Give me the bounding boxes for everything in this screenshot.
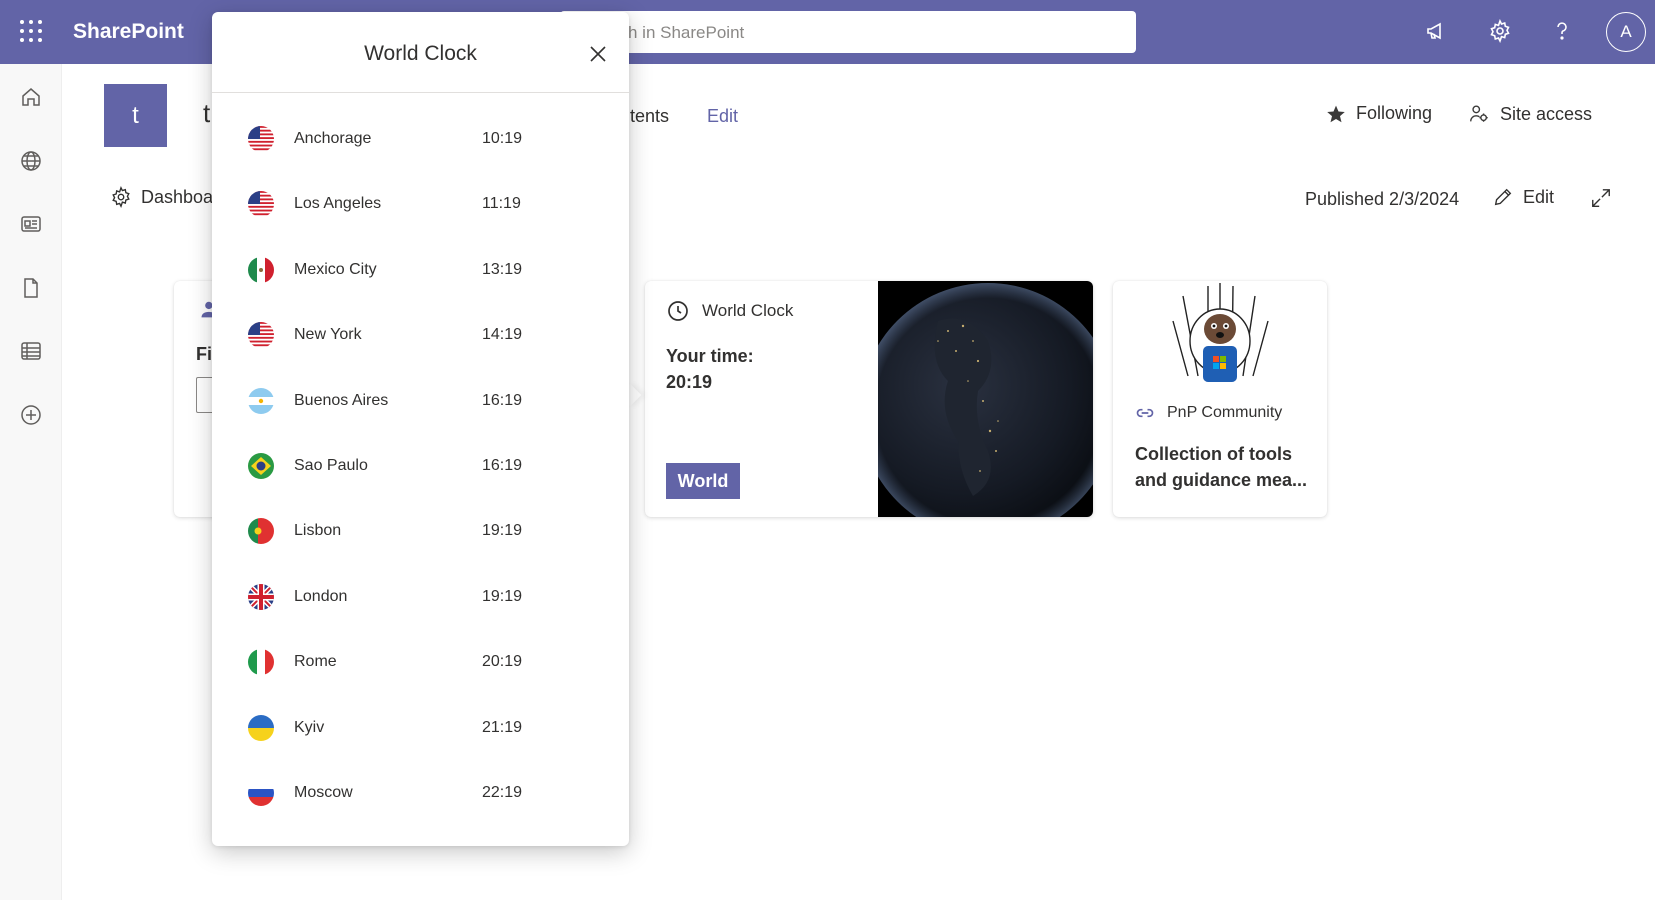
pnp-mascot-image bbox=[1113, 281, 1327, 391]
document-icon[interactable] bbox=[18, 275, 44, 301]
site-logo[interactable]: t bbox=[104, 84, 167, 147]
flag-icon-us bbox=[248, 126, 274, 152]
city-row: Rome 20:19 bbox=[212, 630, 629, 695]
help-icon[interactable] bbox=[1547, 16, 1577, 46]
city-time: 20:19 bbox=[482, 653, 523, 671]
city-time: 22:19 bbox=[482, 783, 523, 801]
search-box[interactable]: h in SharePoint bbox=[560, 11, 1136, 53]
city-row: Lisbon 19:19 bbox=[212, 499, 629, 564]
card-title-fragment: Fi bbox=[196, 344, 212, 364]
city-name: New York bbox=[294, 326, 362, 344]
city-time: 21:19 bbox=[482, 718, 523, 736]
flag-icon-ru bbox=[248, 779, 274, 806]
app-launcher-icon[interactable] bbox=[20, 20, 42, 42]
flag-icon-ar bbox=[248, 387, 274, 414]
flag-icon-ua bbox=[248, 714, 274, 741]
city-time: 19:19 bbox=[482, 587, 523, 605]
flag-icon-br bbox=[248, 452, 274, 479]
city-name: Kyiv bbox=[294, 718, 325, 736]
flag-icon-mx bbox=[248, 256, 274, 283]
city-name: Los Angeles bbox=[294, 195, 382, 213]
expand-icon[interactable] bbox=[1590, 187, 1612, 214]
flag-icon-us bbox=[248, 322, 274, 349]
city-row: Los Angeles 11:19 bbox=[212, 172, 629, 237]
your-time-label: Your time: bbox=[666, 346, 754, 366]
popup-divider bbox=[212, 92, 629, 93]
city-time: 13:19 bbox=[482, 260, 523, 278]
city-row: Moscow 22:19 bbox=[212, 761, 629, 826]
nav-item-site-contents[interactable]: tents bbox=[630, 106, 669, 127]
city-name: Rome bbox=[294, 653, 337, 671]
city-time: 14:19 bbox=[482, 326, 523, 344]
city-name: Lisbon bbox=[294, 522, 342, 540]
edit-label: Edit bbox=[1523, 186, 1555, 207]
add-icon[interactable] bbox=[18, 402, 44, 428]
city-list: Anchorage 10:19 Los Angeles 11:19 Mexico Cit… bbox=[212, 107, 629, 826]
pnp-community-link[interactable]: PnP Community bbox=[1135, 403, 1282, 423]
city-name: London bbox=[294, 587, 348, 605]
gear-icon[interactable] bbox=[1485, 16, 1515, 46]
city-name: Anchorage bbox=[294, 130, 372, 147]
star-icon bbox=[1327, 105, 1345, 122]
link-icon bbox=[1136, 408, 1154, 418]
site-access-button[interactable]: Site access bbox=[1468, 103, 1592, 125]
city-name: Sao Paulo bbox=[294, 456, 368, 474]
city-time: 16:19 bbox=[482, 391, 523, 409]
city-time: 16:19 bbox=[482, 456, 523, 474]
dashboard-button[interactable]: Dashboa bbox=[110, 186, 213, 208]
globe-icon[interactable] bbox=[18, 148, 44, 174]
city-name: Mexico City bbox=[294, 260, 377, 278]
world-clock-popup: World Clock Anchorage 10:19 Los Angeles 11:… bbox=[212, 12, 629, 846]
published-date: Published 2/3/2024 bbox=[1305, 189, 1460, 209]
city-time: 11:19 bbox=[482, 195, 521, 213]
clock-icon bbox=[668, 301, 688, 321]
flag-icon-gb bbox=[248, 583, 274, 610]
city-row: London 19:19 bbox=[212, 565, 629, 630]
following-button[interactable]: Following bbox=[1326, 103, 1432, 124]
site-title[interactable]: t bbox=[203, 98, 210, 129]
city-row: Sao Paulo 16:19 bbox=[212, 434, 629, 499]
city-time: 10:19 bbox=[482, 130, 523, 147]
city-row: New York 14:19 bbox=[212, 303, 629, 368]
city-row: Kyiv 21:19 bbox=[212, 696, 629, 761]
pnp-link-label: PnP Community bbox=[1167, 404, 1283, 421]
your-time-value: 20:19 bbox=[666, 372, 713, 392]
nav-edit-link[interactable]: Edit bbox=[707, 106, 738, 127]
city-row: Buenos Aires 16:19 bbox=[212, 369, 629, 434]
people-settings-icon bbox=[1470, 105, 1488, 122]
city-time: 19:19 bbox=[482, 522, 523, 540]
popup-title: World Clock bbox=[364, 42, 477, 65]
flag-icon-us bbox=[248, 191, 274, 218]
avatar[interactable]: A bbox=[1606, 12, 1646, 52]
site-access-label: Site access bbox=[1500, 103, 1593, 124]
city-name: Moscow bbox=[294, 783, 353, 801]
search-placeholder: h in SharePoint bbox=[628, 23, 745, 42]
world-clock-card[interactable]: World Clock Your time: 20:19 World bbox=[645, 281, 1093, 517]
list-icon[interactable] bbox=[18, 338, 44, 364]
flag-icon-pt bbox=[248, 518, 274, 545]
dashboard-label: Dashboa bbox=[141, 186, 214, 207]
home-icon[interactable] bbox=[18, 84, 44, 110]
city-row: Mexico City 13:19 bbox=[212, 238, 629, 303]
edit-page-button[interactable]: Edit bbox=[1492, 186, 1554, 208]
world-button[interactable]: World bbox=[666, 463, 740, 499]
megaphone-icon[interactable] bbox=[1422, 16, 1452, 46]
flag-icon-it bbox=[248, 649, 274, 676]
city-name: Buenos Aires bbox=[294, 391, 389, 409]
following-label: Following bbox=[1356, 103, 1433, 123]
pnp-community-card[interactable]: PnP Community Collection of tools and gu… bbox=[1113, 281, 1327, 517]
city-row: Anchorage 10:19 bbox=[212, 107, 629, 172]
gear-icon bbox=[112, 186, 130, 208]
world-clock-header: World Clock bbox=[666, 299, 793, 323]
news-icon[interactable] bbox=[18, 211, 44, 237]
your-time: Your time: 20:19 bbox=[666, 343, 754, 395]
pencil-icon bbox=[1494, 188, 1512, 206]
left-rail bbox=[0, 64, 62, 900]
world-clock-card-title: World Clock bbox=[702, 301, 794, 320]
earth-image bbox=[878, 281, 1093, 517]
close-icon[interactable] bbox=[586, 42, 610, 66]
brand-name[interactable]: SharePoint bbox=[73, 20, 184, 44]
pnp-description: Collection of tools and guidance mea... bbox=[1135, 444, 1308, 490]
